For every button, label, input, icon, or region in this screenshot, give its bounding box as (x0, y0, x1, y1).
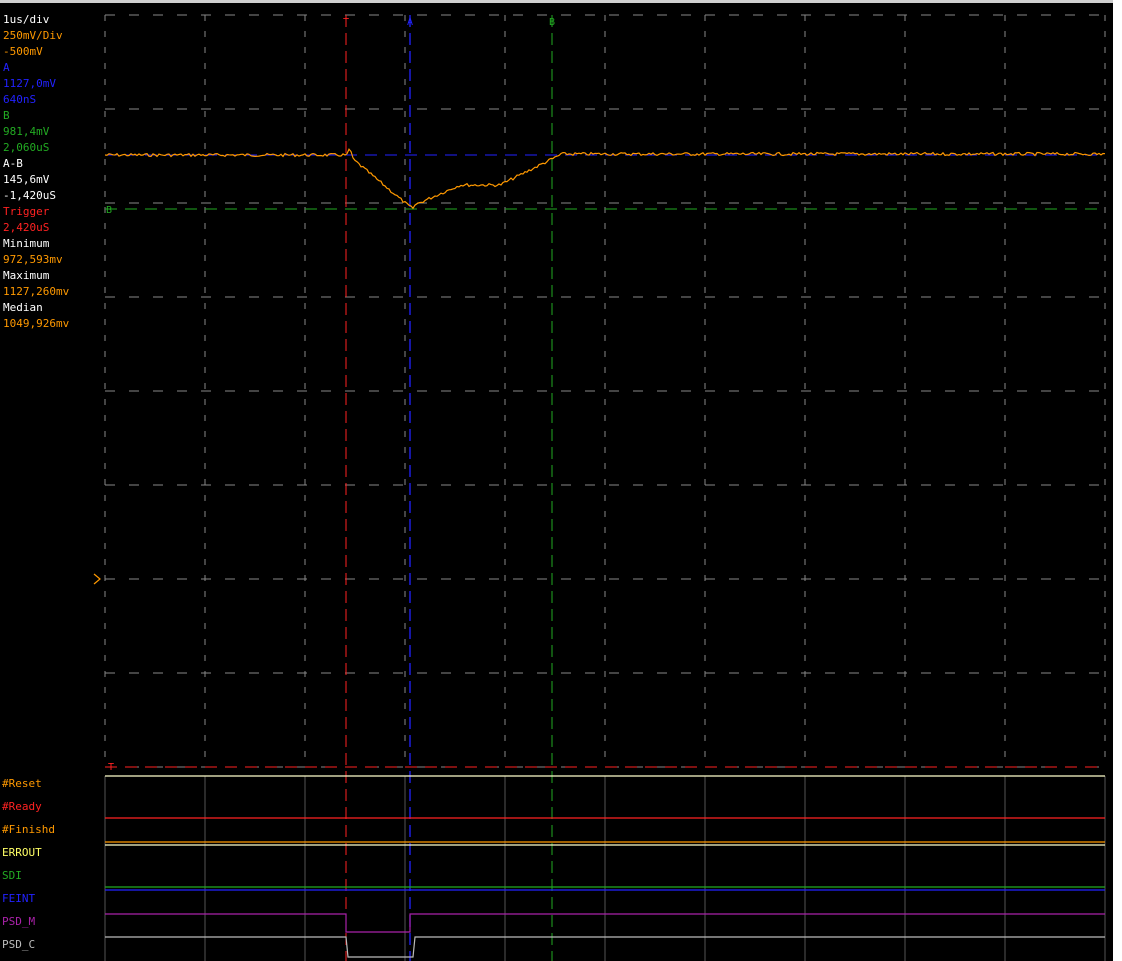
channel-label: ERROUT (2, 846, 42, 859)
cursor-b-level-marker: B (106, 205, 112, 216)
channel-label: #Reset (2, 777, 42, 790)
cursor-markers: T A B B T (93, 17, 555, 773)
ground-level-arrow (93, 573, 101, 585)
digital-channel-labels: #Reset #Ready #Finishd ERROUT SDI FEINT PSD_M P… (2, 774, 100, 958)
cursor-a-marker: A (407, 17, 413, 28)
oscilloscope-window: 1us/div 250mV/Div -500mV A 1127,0mV 640nS B 981… (0, 0, 1122, 961)
channel-label: #Ready (2, 800, 42, 813)
digital-grid (104, 776, 1106, 961)
channel-label: #Finishd (2, 823, 55, 836)
channel-label: FEINT (2, 892, 36, 905)
scope-display[interactable]: T A B B T (0, 0, 1122, 961)
right-border (1113, 0, 1122, 961)
trigger-level-marker: T (108, 762, 114, 773)
cursor-b-marker: B (549, 17, 555, 28)
analog-grid (104, 14, 1106, 768)
channel-label: PSD_C (2, 938, 36, 951)
channel-label: PSD_M (2, 915, 36, 928)
trigger-marker: T (343, 17, 349, 28)
channel-label: SDI (2, 869, 22, 882)
